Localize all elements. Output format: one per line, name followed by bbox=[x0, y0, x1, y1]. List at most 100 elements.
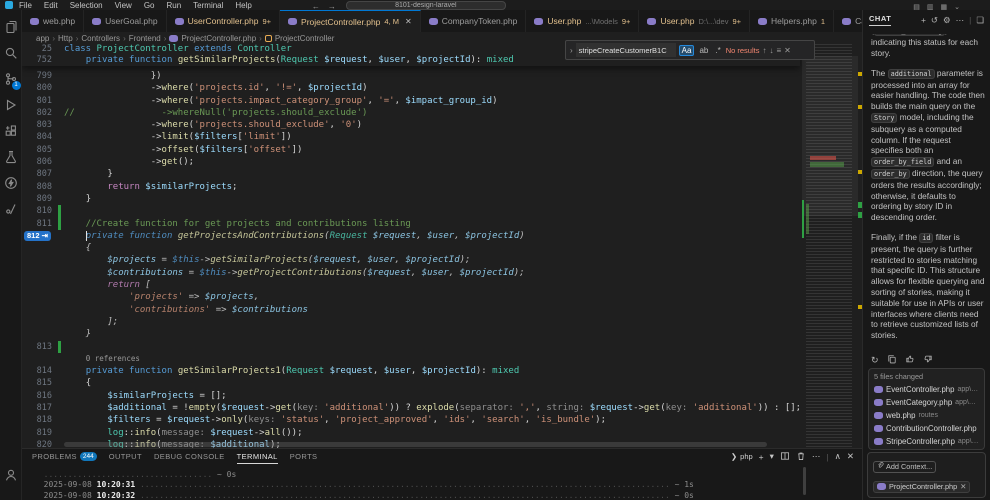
terminal-profile[interactable]: ❯php bbox=[731, 452, 753, 461]
file-changed-row[interactable]: EventController.phpapp\Http\Co... bbox=[874, 383, 979, 396]
activity-thunder-client-icon[interactable] bbox=[1, 170, 21, 196]
line-number[interactable]: 804 bbox=[22, 131, 52, 143]
line-number[interactable]: 819 bbox=[22, 427, 52, 439]
panel-tab-ports[interactable]: PORTS bbox=[290, 449, 318, 464]
terminal-scrollbar[interactable] bbox=[803, 467, 806, 495]
close-find-icon[interactable]: ✕ bbox=[784, 46, 791, 55]
file-changed-row[interactable]: EventCategory.phpapp\Models bbox=[874, 396, 979, 409]
line-number[interactable]: 802 bbox=[22, 107, 52, 119]
editor-tab[interactable]: CartController.p bbox=[834, 10, 862, 32]
menu-run[interactable]: Run bbox=[166, 0, 181, 10]
editor-tab[interactable]: ProjectController.php4, M✕ bbox=[280, 10, 421, 32]
close-panel-icon[interactable]: ✕ bbox=[847, 451, 854, 462]
horizontal-scrollbar[interactable] bbox=[64, 442, 767, 447]
match-case-icon[interactable]: Aa bbox=[679, 45, 695, 56]
maximize-panel-icon[interactable]: ∧ bbox=[835, 451, 841, 462]
breadcrumb-item[interactable]: Controllers bbox=[81, 34, 120, 43]
editor-tab[interactable]: UserGoal.php bbox=[84, 10, 166, 32]
chat-history-icon[interactable]: ↺ bbox=[931, 15, 938, 26]
editor-tab[interactable]: User.phpD:\...\dev9+ bbox=[639, 10, 750, 32]
split-terminal-icon[interactable] bbox=[780, 451, 790, 463]
activity-code-runner-icon[interactable] bbox=[1, 196, 21, 222]
activity-extensions-icon[interactable] bbox=[1, 118, 21, 144]
more-actions-icon[interactable]: ⋯ bbox=[956, 15, 965, 26]
new-chat-icon[interactable]: + bbox=[921, 15, 926, 25]
minimap-slider[interactable] bbox=[802, 56, 858, 216]
breadcrumb-item[interactable]: app bbox=[36, 34, 49, 43]
thumbs-up-icon[interactable] bbox=[905, 354, 915, 366]
add-context-button[interactable]: Add Context... bbox=[873, 461, 936, 473]
close-tab-icon[interactable]: ✕ bbox=[405, 17, 412, 26]
breadcrumb-item[interactable]: Frontend bbox=[129, 34, 161, 43]
editor-tab[interactable]: web.php bbox=[22, 10, 84, 32]
line-number[interactable]: 810 bbox=[22, 205, 52, 217]
copy-icon[interactable] bbox=[887, 354, 897, 366]
menu-view[interactable]: View bbox=[115, 0, 132, 10]
find-prev-icon[interactable]: ↑ bbox=[762, 46, 766, 55]
activity-testing-icon[interactable] bbox=[1, 144, 21, 170]
suggestion-line-badge[interactable]: 812 ⇥ bbox=[24, 231, 51, 242]
line-number[interactable]: 814 bbox=[22, 365, 52, 377]
line-number[interactable]: 799 bbox=[22, 70, 52, 82]
menu-help[interactable]: Help bbox=[235, 0, 251, 10]
activity-run-debug-icon[interactable] bbox=[1, 92, 21, 118]
find-input[interactable] bbox=[576, 43, 676, 57]
editor-tab[interactable]: User.php...\Models9+ bbox=[526, 10, 639, 32]
line-number[interactable]: 820 bbox=[22, 439, 52, 448]
panel-tab-problems[interactable]: PROBLEMS244 bbox=[32, 449, 97, 464]
code-editor[interactable]: 799 })800 ->where('projects.id', '!=', $… bbox=[22, 44, 862, 448]
breadcrumb-item[interactable]: ProjectController bbox=[275, 34, 335, 43]
find-expand-icon[interactable]: › bbox=[570, 46, 573, 55]
line-number[interactable]: 816 bbox=[22, 390, 52, 402]
menu-go[interactable]: Go bbox=[144, 0, 155, 10]
settings-gear-icon[interactable]: ⚙ bbox=[943, 15, 951, 26]
line-number[interactable]: 800 bbox=[22, 82, 52, 94]
menu-edit[interactable]: Edit bbox=[44, 0, 58, 10]
activity-search-icon[interactable] bbox=[1, 40, 21, 66]
thumbs-down-icon[interactable] bbox=[923, 354, 933, 366]
context-chip[interactable]: ProjectController.php ✕ bbox=[873, 481, 970, 493]
line-number[interactable]: 801 bbox=[22, 95, 52, 107]
more-actions-icon[interactable]: ⋯ bbox=[812, 451, 821, 462]
retry-icon[interactable]: ↻ bbox=[871, 355, 879, 366]
line-number[interactable]: 808 bbox=[22, 181, 52, 193]
editor-tab[interactable]: Helpers.php1 bbox=[750, 10, 834, 32]
line-number[interactable]: 815 bbox=[22, 377, 52, 389]
activity-account-icon[interactable] bbox=[1, 462, 21, 488]
panel-tab-terminal[interactable]: TERMINAL bbox=[237, 449, 278, 464]
find-in-selection-icon[interactable]: ≡ bbox=[776, 46, 781, 55]
line-number[interactable]: 809 bbox=[22, 193, 52, 205]
editor-tab[interactable]: CompanyToken.php bbox=[421, 10, 527, 32]
kill-terminal-icon[interactable] bbox=[796, 451, 806, 463]
find-next-icon[interactable]: ↓ bbox=[769, 46, 773, 55]
line-number[interactable]: 818 bbox=[22, 414, 52, 426]
file-changed-row[interactable]: web.phproutes bbox=[874, 409, 979, 422]
customize-layout-icon[interactable]: ▦ bbox=[941, 3, 948, 10]
whole-word-icon[interactable]: ab bbox=[697, 46, 710, 55]
panel-tab-debug-console[interactable]: DEBUG CONSOLE bbox=[154, 449, 225, 464]
line-number[interactable]: 807 bbox=[22, 168, 52, 180]
toggle-secondary-sidebar-icon[interactable]: ▥ bbox=[927, 3, 934, 10]
menu-file[interactable]: File bbox=[19, 0, 32, 10]
panel-tab-output[interactable]: OUTPUT bbox=[109, 449, 142, 464]
regex-icon[interactable]: .* bbox=[713, 46, 722, 55]
command-center-search[interactable]: 8101-design-laravel bbox=[346, 1, 506, 10]
menu-terminal[interactable]: Terminal bbox=[193, 0, 223, 10]
terminal-dropdown-icon[interactable]: ▾ bbox=[770, 451, 774, 462]
breadcrumb-item[interactable]: Http bbox=[58, 34, 73, 43]
line-number[interactable]: 805 bbox=[22, 144, 52, 156]
chevron-down-icon[interactable]: ⌄ bbox=[954, 3, 960, 10]
line-number[interactable]: 806 bbox=[22, 156, 52, 168]
forward-arrow-icon[interactable]: → bbox=[328, 2, 336, 10]
file-changed-row[interactable]: ContributionController.phpapp\... bbox=[874, 422, 979, 435]
chat-title[interactable]: CHAT bbox=[869, 14, 891, 26]
breadcrumb-item[interactable]: ProjectController.php bbox=[181, 34, 256, 43]
terminal-output[interactable]: ................................... ~ 0s… bbox=[34, 470, 842, 500]
menu-selection[interactable]: Selection bbox=[70, 0, 103, 10]
file-changed-row[interactable]: StripeController.phpapp\Http\C... bbox=[874, 435, 979, 448]
line-number[interactable]: 813 bbox=[22, 341, 52, 353]
activity-explorer-icon[interactable] bbox=[1, 14, 21, 40]
chat-input-box[interactable]: Add Context... ProjectController.php ✕ A… bbox=[867, 452, 986, 498]
activity-source-control-icon[interactable]: 1 bbox=[1, 66, 21, 92]
minimap[interactable] bbox=[802, 44, 858, 448]
